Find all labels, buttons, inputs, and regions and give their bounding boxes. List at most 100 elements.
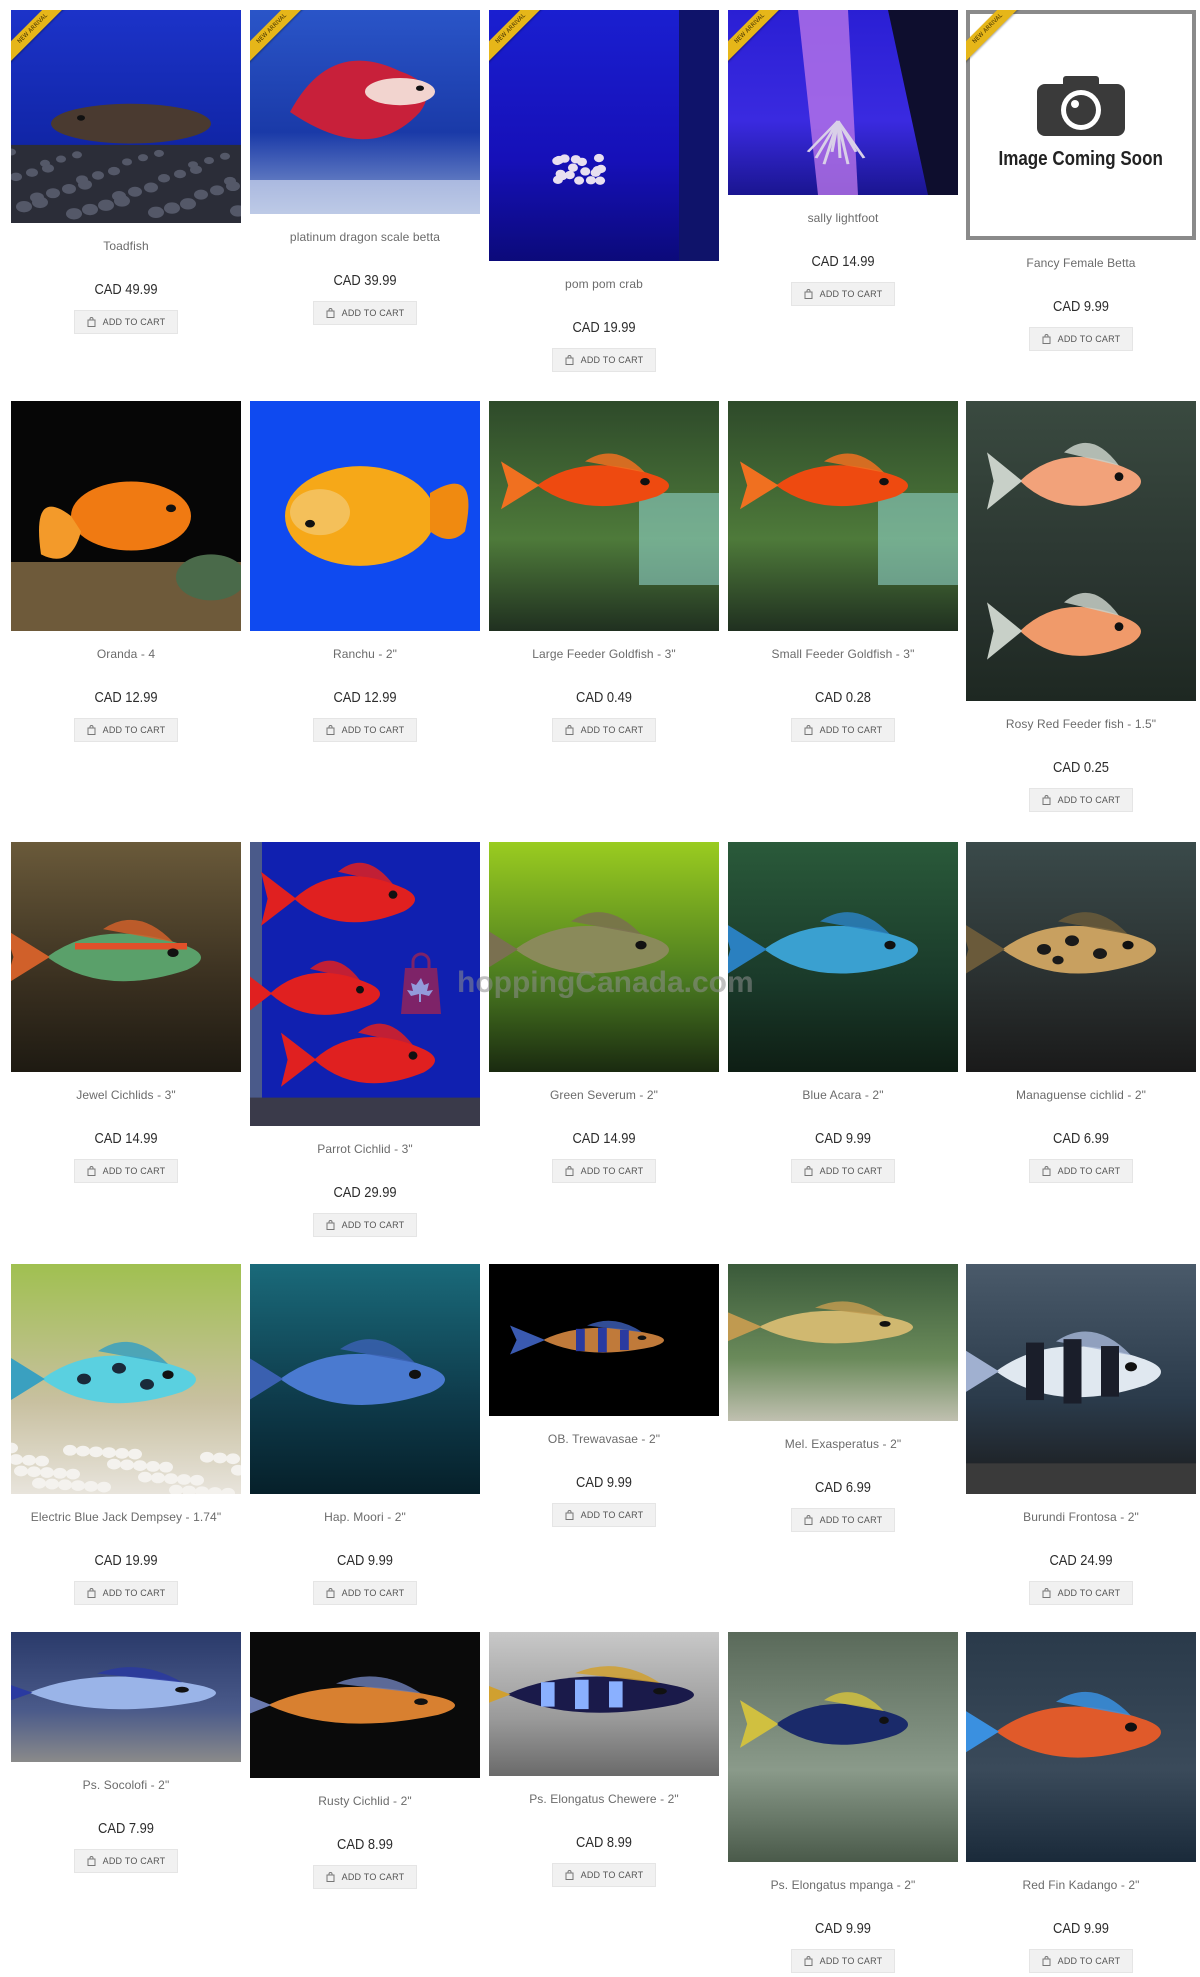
product-image[interactable] [966,401,1196,701]
product-card[interactable]: Ps. Elongatus Chewere - 2" CAD 8.99 ADD TO… [489,1632,719,1887]
product-card[interactable]: Parrot Cichlid - 3" CAD 29.99 ADD TO CART [250,842,480,1237]
product-name[interactable]: Ranchu - 2" [250,647,480,661]
product-card[interactable]: Burundi Frontosa - 2" CAD 24.99 ADD TO CAR… [966,1264,1196,1605]
product-name[interactable]: Ps. Socolofi - 2" [11,1778,241,1792]
add-to-cart-button[interactable]: ADD TO CART [790,282,896,306]
product-name[interactable]: Toadfish [11,239,241,253]
product-image[interactable]: NEW ARRIVAL [489,10,719,261]
product-name[interactable]: Hap. Moori - 2" [250,1510,480,1524]
product-image[interactable] [728,1632,958,1862]
add-to-cart-button[interactable]: ADD TO CART [312,1865,418,1889]
add-to-cart-button[interactable]: ADD TO CART [73,1849,179,1873]
product-name[interactable]: Fancy Female Betta [966,256,1196,270]
product-card[interactable]: Green Severum - 2" CAD 14.99 ADD TO CART [489,842,719,1183]
product-image[interactable] [489,1264,719,1416]
product-image[interactable] [250,1632,480,1778]
product-image[interactable] [728,1264,958,1421]
add-to-cart-button[interactable]: ADD TO CART [551,1863,657,1887]
product-card[interactable]: Ranchu - 2" CAD 12.99 ADD TO CART [250,401,480,742]
product-name[interactable]: Mel. Exasperatus - 2" [728,1437,958,1451]
add-to-cart-button[interactable]: ADD TO CART [312,718,418,742]
product-image[interactable]: NEW ARRIVAL [728,10,958,195]
product-image[interactable] [489,1632,719,1776]
add-to-cart-button[interactable]: ADD TO CART [790,1508,896,1532]
product-image[interactable]: Image Coming Soon NEW ARRIVAL [966,10,1196,240]
product-image[interactable] [250,1264,480,1494]
product-image[interactable] [489,401,719,631]
add-to-cart-button[interactable]: ADD TO CART [790,718,896,742]
product-card[interactable]: OB. Trewavasae - 2" CAD 9.99 ADD TO CART [489,1264,719,1527]
product-name[interactable]: OB. Trewavasae - 2" [489,1432,719,1446]
product-image[interactable]: NEW ARRIVAL [11,10,241,223]
product-image[interactable] [250,401,480,631]
add-to-cart-button[interactable]: ADD TO CART [790,1159,896,1183]
product-image[interactable] [11,401,241,631]
product-card[interactable]: Large Feeder Goldfish - 3" CAD 0.49 ADD TO… [489,401,719,742]
product-image[interactable] [966,1632,1196,1862]
product-name[interactable]: Electric Blue Jack Dempsey - 1.74" [11,1510,241,1524]
product-name[interactable]: Managuense cichlid - 2" [966,1088,1196,1102]
product-card[interactable]: NEW ARRIVAL pom pom crab CAD 19.99 ADD TO C… [489,10,719,372]
product-card[interactable]: Ps. Elongatus mpanga - 2" CAD 9.99 ADD TO … [728,1632,958,1973]
product-name[interactable]: sally lightfoot [728,211,958,225]
product-card[interactable]: Image Coming Soon NEW ARRIVAL Fancy Femal… [966,10,1196,351]
product-name[interactable]: Large Feeder Goldfish - 3" [489,647,719,661]
product-card[interactable]: Electric Blue Jack Dempsey - 1.74" CAD 19… [11,1264,241,1605]
add-to-cart-button[interactable]: ADD TO CART [1028,1949,1134,1973]
product-card[interactable]: Managuense cichlid - 2" CAD 6.99 ADD TO CA… [966,842,1196,1183]
product-name[interactable]: Jewel Cichlids - 3" [11,1088,241,1102]
product-card[interactable]: Red Fin Kadango - 2" CAD 9.99 ADD TO CART [966,1632,1196,1973]
add-to-cart-button[interactable]: ADD TO CART [551,1159,657,1183]
product-card[interactable]: Small Feeder Goldfish - 3" CAD 0.28 ADD TO… [728,401,958,742]
product-name[interactable]: Small Feeder Goldfish - 3" [728,647,958,661]
product-card[interactable]: Jewel Cichlids - 3" CAD 14.99 ADD TO CART [11,842,241,1183]
product-image[interactable] [966,842,1196,1072]
product-name[interactable]: platinum dragon scale betta [250,230,480,244]
add-to-cart-button[interactable]: ADD TO CART [790,1949,896,1973]
product-name[interactable]: Red Fin Kadango - 2" [966,1878,1196,1892]
add-to-cart-button[interactable]: ADD TO CART [73,310,179,334]
add-to-cart-button[interactable]: ADD TO CART [73,1581,179,1605]
add-to-cart-button[interactable]: ADD TO CART [551,1503,657,1527]
product-card[interactable]: Rusty Cichlid - 2" CAD 8.99 ADD TO CART [250,1632,480,1889]
add-to-cart-button[interactable]: ADD TO CART [312,1581,418,1605]
add-to-cart-button[interactable]: ADD TO CART [312,301,418,325]
product-image[interactable] [489,842,719,1072]
product-name[interactable]: pom pom crab [489,277,719,291]
add-to-cart-button[interactable]: ADD TO CART [73,1159,179,1183]
add-to-cart-button[interactable]: ADD TO CART [1028,788,1134,812]
add-to-cart-button[interactable]: ADD TO CART [1028,1159,1134,1183]
product-card[interactable]: Blue Acara - 2" CAD 9.99 ADD TO CART [728,842,958,1183]
product-image[interactable] [11,842,241,1072]
product-name[interactable]: Parrot Cichlid - 3" [250,1142,480,1156]
product-name[interactable]: Blue Acara - 2" [728,1088,958,1102]
product-card[interactable]: Rosy Red Feeder fish - 1.5" CAD 0.25 ADD T… [966,401,1196,812]
product-image[interactable] [250,842,480,1126]
add-to-cart-button[interactable]: ADD TO CART [1028,1581,1134,1605]
product-card[interactable]: Ps. Socolofi - 2" CAD 7.99 ADD TO CART [11,1632,241,1873]
product-card[interactable]: NEW ARRIVAL platinum dragon scale betta CA… [250,10,480,325]
product-name[interactable]: Rusty Cichlid - 2" [250,1794,480,1808]
product-name[interactable]: Burundi Frontosa - 2" [966,1510,1196,1524]
product-card[interactable]: Hap. Moori - 2" CAD 9.99 ADD TO CART [250,1264,480,1605]
product-card[interactable]: NEW ARRIVAL Toadfish CAD 49.99 ADD TO CART [11,10,241,334]
add-to-cart-button[interactable]: ADD TO CART [73,718,179,742]
add-to-cart-button[interactable]: ADD TO CART [312,1213,418,1237]
product-image[interactable] [966,1264,1196,1494]
product-image[interactable] [728,401,958,631]
add-to-cart-button[interactable]: ADD TO CART [551,718,657,742]
product-image[interactable]: NEW ARRIVAL [250,10,480,214]
product-name[interactable]: Green Severum - 2" [489,1088,719,1102]
product-name[interactable]: Rosy Red Feeder fish - 1.5" [966,717,1196,731]
product-card[interactable]: Oranda - 4 CAD 12.99 ADD TO CART [11,401,241,742]
product-name[interactable]: Ps. Elongatus Chewere - 2" [489,1792,719,1806]
add-to-cart-button[interactable]: ADD TO CART [1028,327,1134,351]
product-image[interactable] [728,842,958,1072]
add-to-cart-button[interactable]: ADD TO CART [551,348,657,372]
product-card[interactable]: NEW ARRIVAL sally lightfoot CAD 14.99 ADD T… [728,10,958,306]
product-image[interactable] [11,1632,241,1762]
product-name[interactable]: Ps. Elongatus mpanga - 2" [728,1878,958,1892]
product-image[interactable] [11,1264,241,1494]
product-card[interactable]: Mel. Exasperatus - 2" CAD 6.99 ADD TO CART [728,1264,958,1532]
product-name[interactable]: Oranda - 4 [11,647,241,661]
